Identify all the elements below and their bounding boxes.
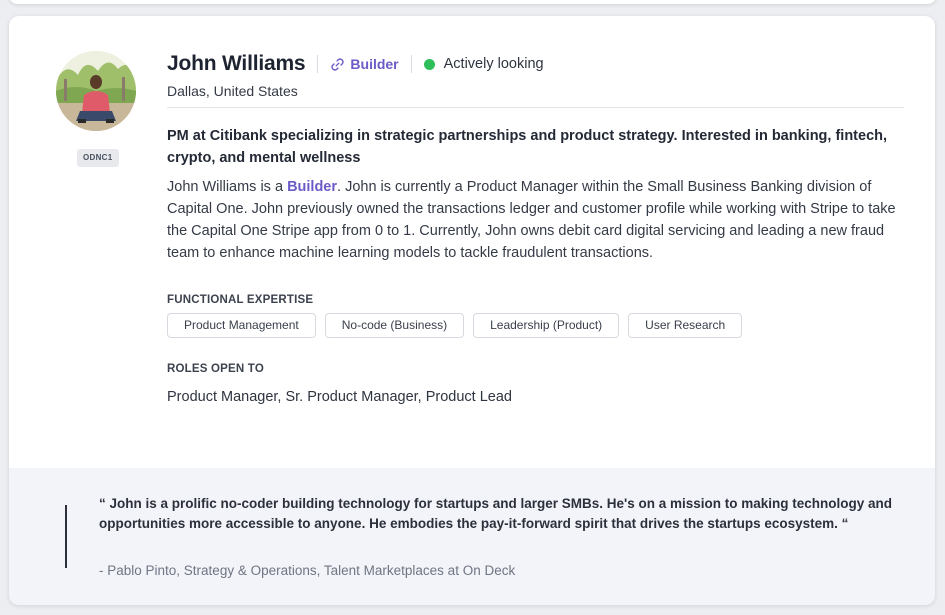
bio-prefix: John Williams is a — [167, 179, 288, 195]
avatar[interactable] — [56, 51, 136, 131]
expertise-chip[interactable]: Leadership (Product) — [473, 313, 620, 338]
profile-name: John Williams — [167, 52, 306, 75]
header-divider — [317, 55, 319, 73]
expertise-chip[interactable]: Product Management — [167, 313, 316, 338]
section-divider — [167, 107, 904, 108]
profile-card: ODNC1 John Williams Builder Actively loo… — [9, 16, 935, 605]
profile-header: John Williams Builder Actively looking — [167, 51, 904, 77]
type-tag-label: Builder — [350, 56, 399, 72]
type-tag[interactable]: Builder — [330, 56, 399, 72]
testimonial-attribution: - Pablo Pinto, Strategy & Operations, Ta… — [99, 563, 516, 578]
roles-value: Product Manager, Sr. Product Manager, Pr… — [167, 389, 512, 405]
testimonial-quote: “ John is a prolific no-coder building t… — [99, 496, 893, 531]
previous-card-edge — [8, 0, 937, 4]
profile-location: Dallas, United States — [167, 83, 298, 99]
bio-accent: Builder — [287, 179, 338, 195]
status-indicator: Actively looking — [423, 56, 544, 72]
profile-bio: John Williams is a Builder. John is curr… — [167, 176, 904, 264]
expertise-chip[interactable]: User Research — [628, 313, 743, 338]
status-dot-icon — [423, 58, 435, 70]
header-divider — [410, 55, 412, 73]
id-badge: ODNC1 — [77, 149, 119, 167]
testimonial-panel: “ John is a prolific no-coder building t… — [9, 468, 935, 605]
profile-content: John Williams Builder Actively looking D… — [167, 51, 904, 405]
link-icon — [331, 57, 345, 71]
status-label: Actively looking — [443, 56, 544, 72]
profile-headline: PM at Citibank specializing in strategic… — [167, 128, 888, 166]
expertise-chips: Product Management No-code (Business) Le… — [167, 313, 904, 338]
quote-bar — [65, 505, 67, 568]
expertise-chip[interactable]: No-code (Business) — [324, 313, 465, 338]
avatar-photo — [56, 51, 136, 131]
expertise-label: FUNCTIONAL EXPERTISE — [167, 294, 314, 306]
roles-label: ROLES OPEN TO — [167, 363, 264, 375]
